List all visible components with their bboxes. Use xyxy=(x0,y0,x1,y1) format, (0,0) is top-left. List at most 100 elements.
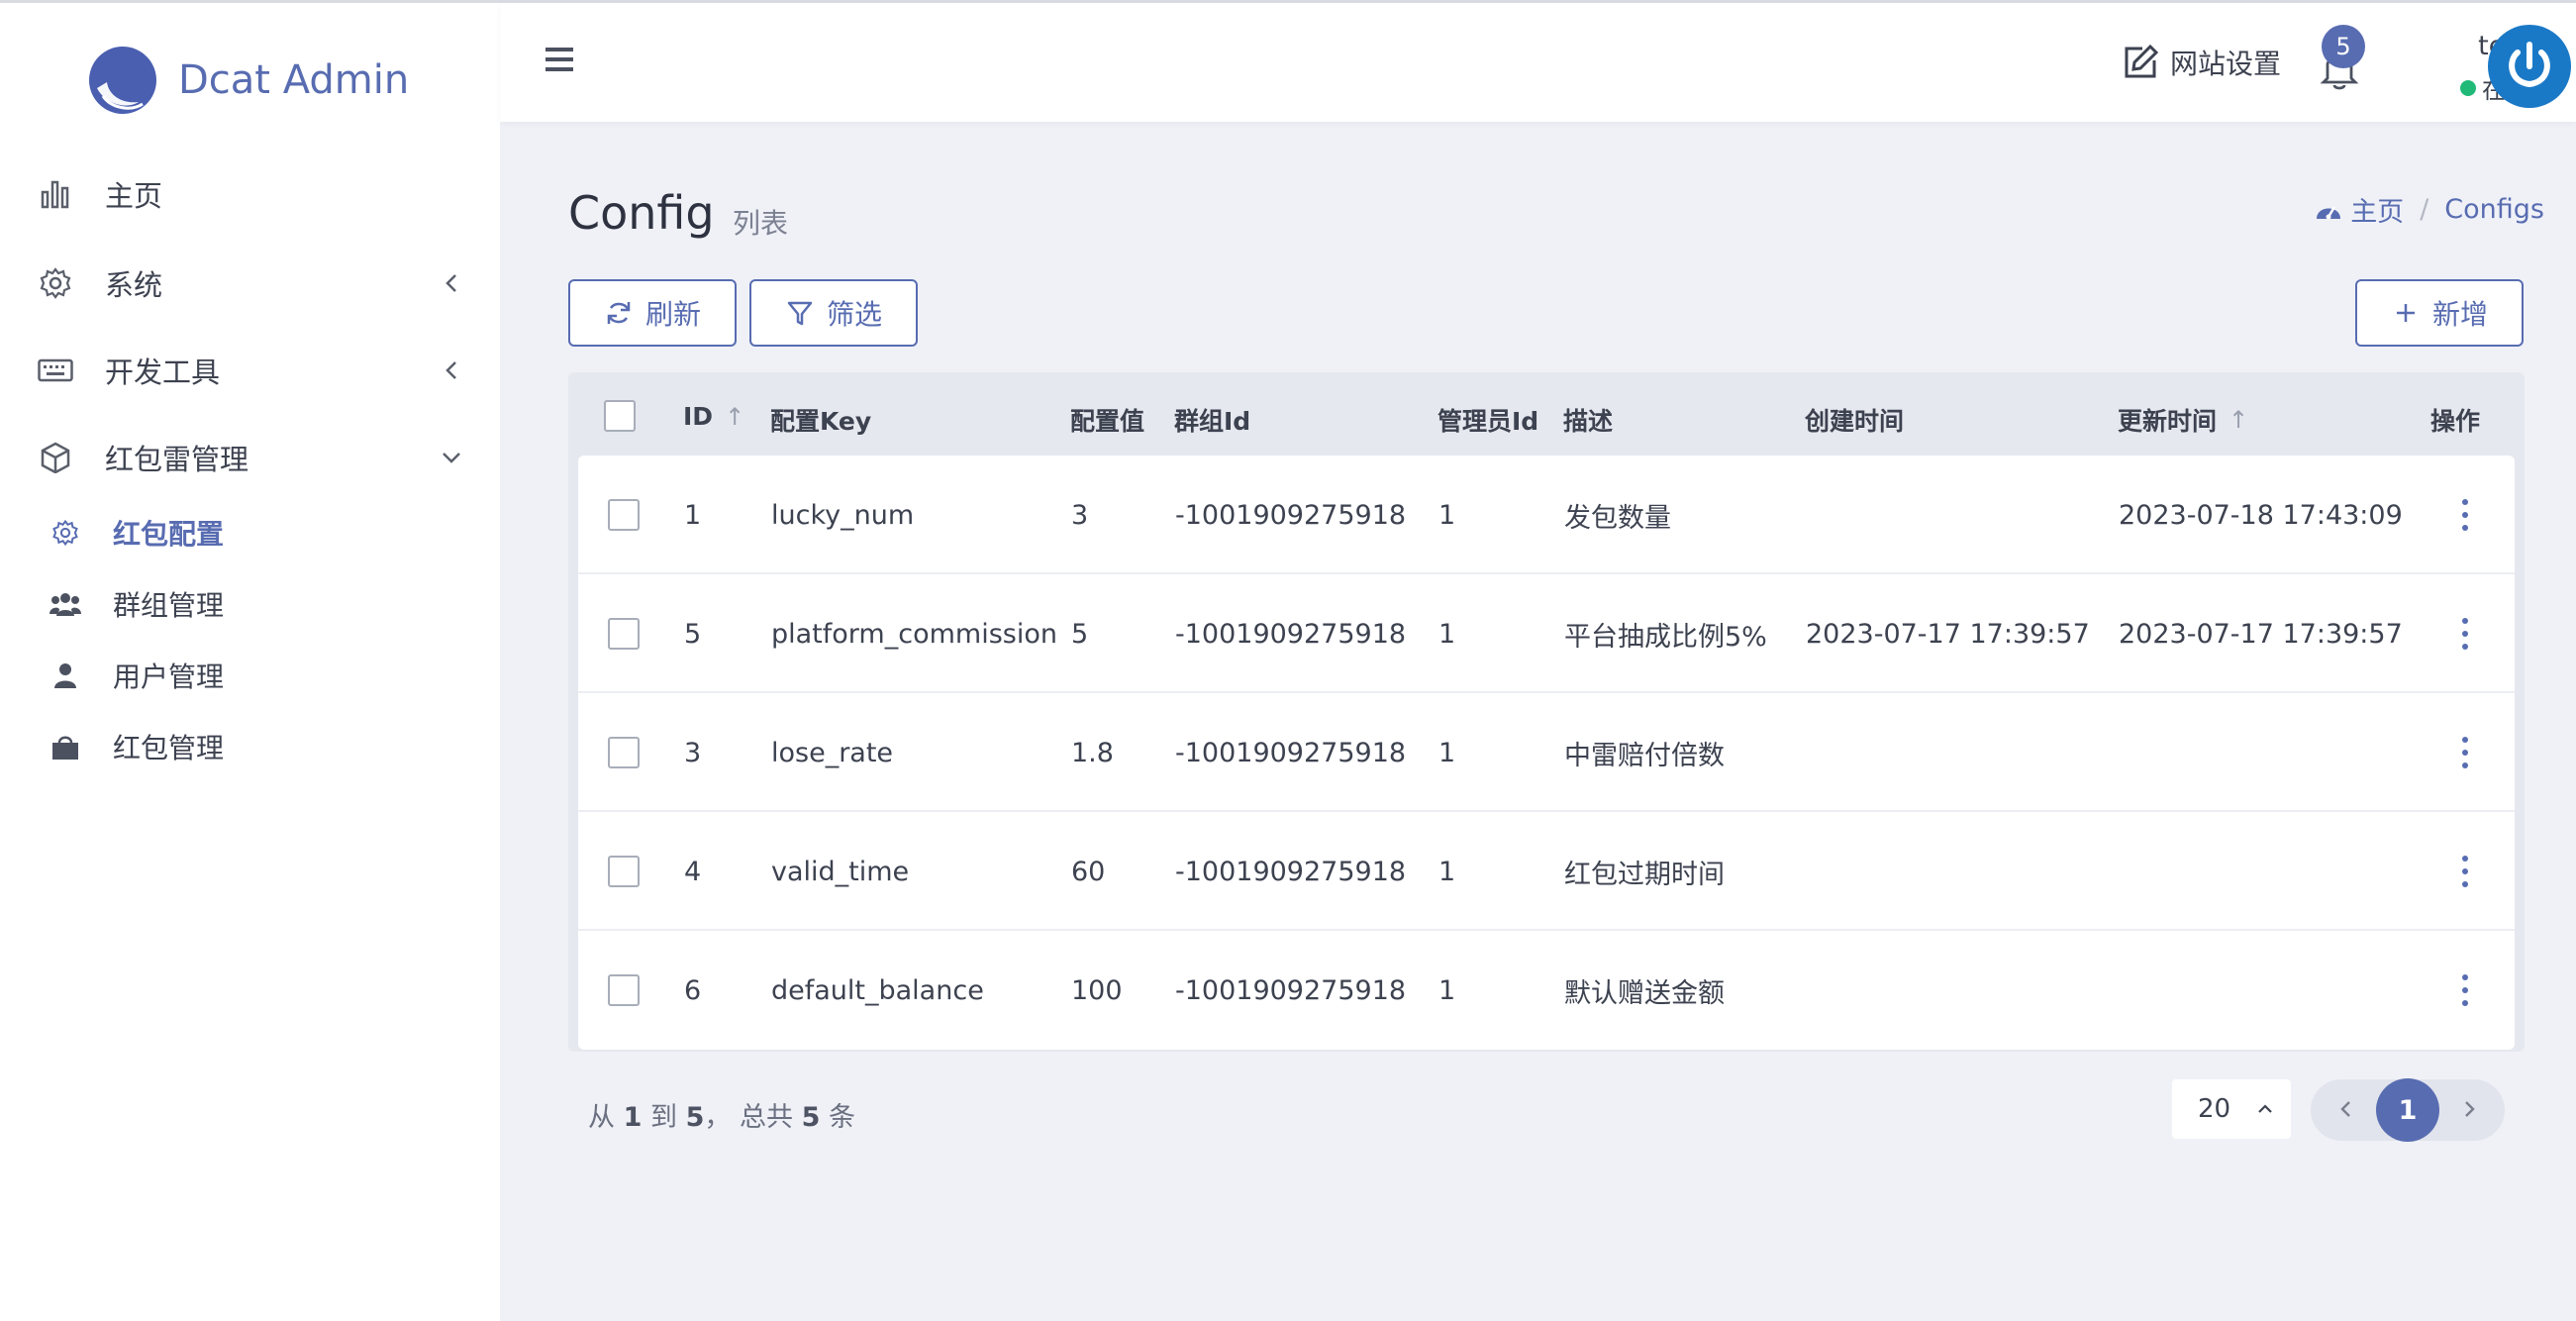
filter-button[interactable]: 筛选 xyxy=(749,279,918,347)
box-icon xyxy=(38,440,73,475)
refresh-button[interactable]: 刷新 xyxy=(568,279,737,347)
row-actions-menu[interactable] xyxy=(2461,812,2469,931)
column-header-label: 更新时间 xyxy=(2118,407,2218,436)
site-settings-label: 网站设置 xyxy=(2170,48,2282,80)
sidebar-sub-item-red-packet-management[interactable]: 红包管理 xyxy=(0,717,500,776)
row-actions-menu[interactable] xyxy=(2461,456,2469,574)
power-icon xyxy=(2509,42,2550,88)
column-header-admin-id: 管理员Id xyxy=(1437,407,1539,436)
row-checkbox[interactable] xyxy=(608,693,640,812)
gear-icon xyxy=(50,517,81,549)
sidebar-sub-item-group-management[interactable]: 群组管理 xyxy=(0,574,500,634)
notification-count-badge[interactable]: 5 xyxy=(2322,25,2365,68)
brand[interactable]: Dcat Admin xyxy=(87,45,409,116)
column-header-value: 配置值 xyxy=(1070,407,1145,436)
kebab-menu-icon xyxy=(2461,618,2469,650)
cell-id: 6 xyxy=(684,974,702,1006)
table-row: 3 lose_rate 1.8 -1001909275918 1 中雷赔付倍数 xyxy=(578,693,2515,812)
sidebar: Dcat Admin 主页 系统 开发工具 红包雷管理 红包配置 群组管理 用户… xyxy=(0,3,500,1321)
user-icon xyxy=(50,660,81,691)
kebab-menu-icon xyxy=(2461,737,2469,768)
refresh-button-label: 刷新 xyxy=(644,298,701,331)
cell-value: 100 xyxy=(1071,974,1123,1006)
page-button-current[interactable]: 1 xyxy=(2376,1078,2439,1142)
cell-key: default_balance xyxy=(771,974,984,1006)
cell-created-at: 2023-07-17 17:39:57 xyxy=(1806,618,2090,650)
breadcrumb: 主页 / Configs xyxy=(2267,190,2544,229)
online-status-dot xyxy=(2460,79,2476,96)
sidebar-item-label: 系统 xyxy=(105,268,163,302)
summary-from-label: 从 xyxy=(588,1102,615,1133)
column-header-updated-at[interactable]: 更新时间 ↑ xyxy=(2118,402,2248,438)
breadcrumb-separator: / xyxy=(2420,194,2429,225)
column-header-group-id: 群组Id xyxy=(1174,407,1251,436)
sidebar-item-label: 红包雷管理 xyxy=(105,443,249,476)
chevron-left-icon[interactable] xyxy=(2332,1095,2360,1123)
select-all-checkbox[interactable] xyxy=(604,400,636,432)
row-checkbox[interactable] xyxy=(608,574,640,693)
row-actions-menu[interactable] xyxy=(2461,693,2469,812)
hamburger-menu-icon[interactable] xyxy=(540,43,579,76)
cell-value: 1.8 xyxy=(1071,737,1114,768)
plus-icon xyxy=(2391,298,2421,328)
cell-updated-at: 2023-07-18 17:43:09 xyxy=(2119,499,2403,531)
avatar[interactable] xyxy=(2488,25,2571,108)
column-header-key: 配置Key xyxy=(770,407,872,436)
column-header-actions: 操作 xyxy=(2430,407,2481,436)
keyboard-icon xyxy=(38,353,73,388)
cell-value: 60 xyxy=(1071,856,1106,887)
breadcrumb-home[interactable]: 主页 xyxy=(2315,190,2404,229)
cell-id: 1 xyxy=(684,499,702,531)
brand-logo-icon xyxy=(89,47,156,114)
table-row: 4 valid_time 60 -1001909275918 1 红包过期时间 xyxy=(578,812,2515,931)
page-subtitle: 列表 xyxy=(733,207,789,240)
sidebar-item-dev-tools[interactable]: 开发工具 xyxy=(0,336,500,405)
per-page-select[interactable]: 20 xyxy=(2172,1079,2291,1139)
row-checkbox[interactable] xyxy=(608,812,640,931)
pagination: 1 xyxy=(2311,1078,2505,1142)
row-actions-menu[interactable] xyxy=(2461,931,2469,1050)
sort-arrow-icon[interactable]: ↑ xyxy=(725,403,744,431)
sidebar-sub-item-red-packet-config[interactable]: 红包配置 xyxy=(0,503,500,562)
site-settings-link[interactable]: 网站设置 xyxy=(2121,43,2281,82)
sidebar-item-red-packet-mine[interactable]: 红包雷管理 xyxy=(0,423,500,492)
sidebar-item-home[interactable]: 主页 xyxy=(0,159,500,229)
row-checkbox[interactable] xyxy=(608,456,640,574)
cell-key: valid_time xyxy=(771,856,910,887)
brand-title: Dcat Admin xyxy=(178,57,410,103)
cell-group-id: -1001909275918 xyxy=(1175,974,1407,1006)
cell-key: platform_commission xyxy=(771,618,1057,650)
table-row: 1 lucky_num 3 -1001909275918 1 发包数量 2023… xyxy=(578,456,2515,574)
refresh-icon xyxy=(604,298,634,328)
row-checkbox[interactable] xyxy=(608,931,640,1050)
row-actions-menu[interactable] xyxy=(2461,574,2469,693)
summary-total-label: ， 总共 xyxy=(704,1102,793,1133)
gear-icon xyxy=(38,265,73,301)
cell-admin-id: 1 xyxy=(1438,737,1456,768)
summary-from: 1 xyxy=(623,1102,643,1133)
kebab-menu-icon xyxy=(2461,974,2469,1006)
cell-admin-id: 1 xyxy=(1438,974,1456,1006)
summary-unit: 条 xyxy=(828,1102,855,1133)
cell-group-id: -1001909275918 xyxy=(1175,856,1407,887)
chevron-left-icon xyxy=(446,361,456,379)
chevron-right-icon[interactable] xyxy=(2455,1095,2483,1123)
cell-id: 3 xyxy=(684,737,702,768)
kebab-menu-icon xyxy=(2461,499,2469,531)
column-header-id[interactable]: ID ↑ xyxy=(683,402,744,431)
sidebar-sub-item-label: 用户管理 xyxy=(113,660,225,693)
users-icon xyxy=(50,588,81,620)
filter-icon xyxy=(785,298,815,328)
summary-to-label: 到 xyxy=(649,1102,677,1133)
create-button[interactable]: 新增 xyxy=(2355,279,2524,347)
cell-admin-id: 1 xyxy=(1438,856,1456,887)
per-page-value: 20 xyxy=(2198,1094,2231,1124)
sort-arrow-icon[interactable]: ↑ xyxy=(2229,406,2248,434)
sidebar-sub-item-user-management[interactable]: 用户管理 xyxy=(0,646,500,705)
cell-id: 4 xyxy=(684,856,702,887)
column-header-description: 描述 xyxy=(1563,407,1614,436)
sidebar-item-system[interactable]: 系统 xyxy=(0,249,500,318)
sidebar-item-label: 开发工具 xyxy=(105,356,221,389)
table-row: 6 default_balance 100 -1001909275918 1 默… xyxy=(578,931,2515,1050)
summary-to: 5 xyxy=(685,1102,705,1133)
